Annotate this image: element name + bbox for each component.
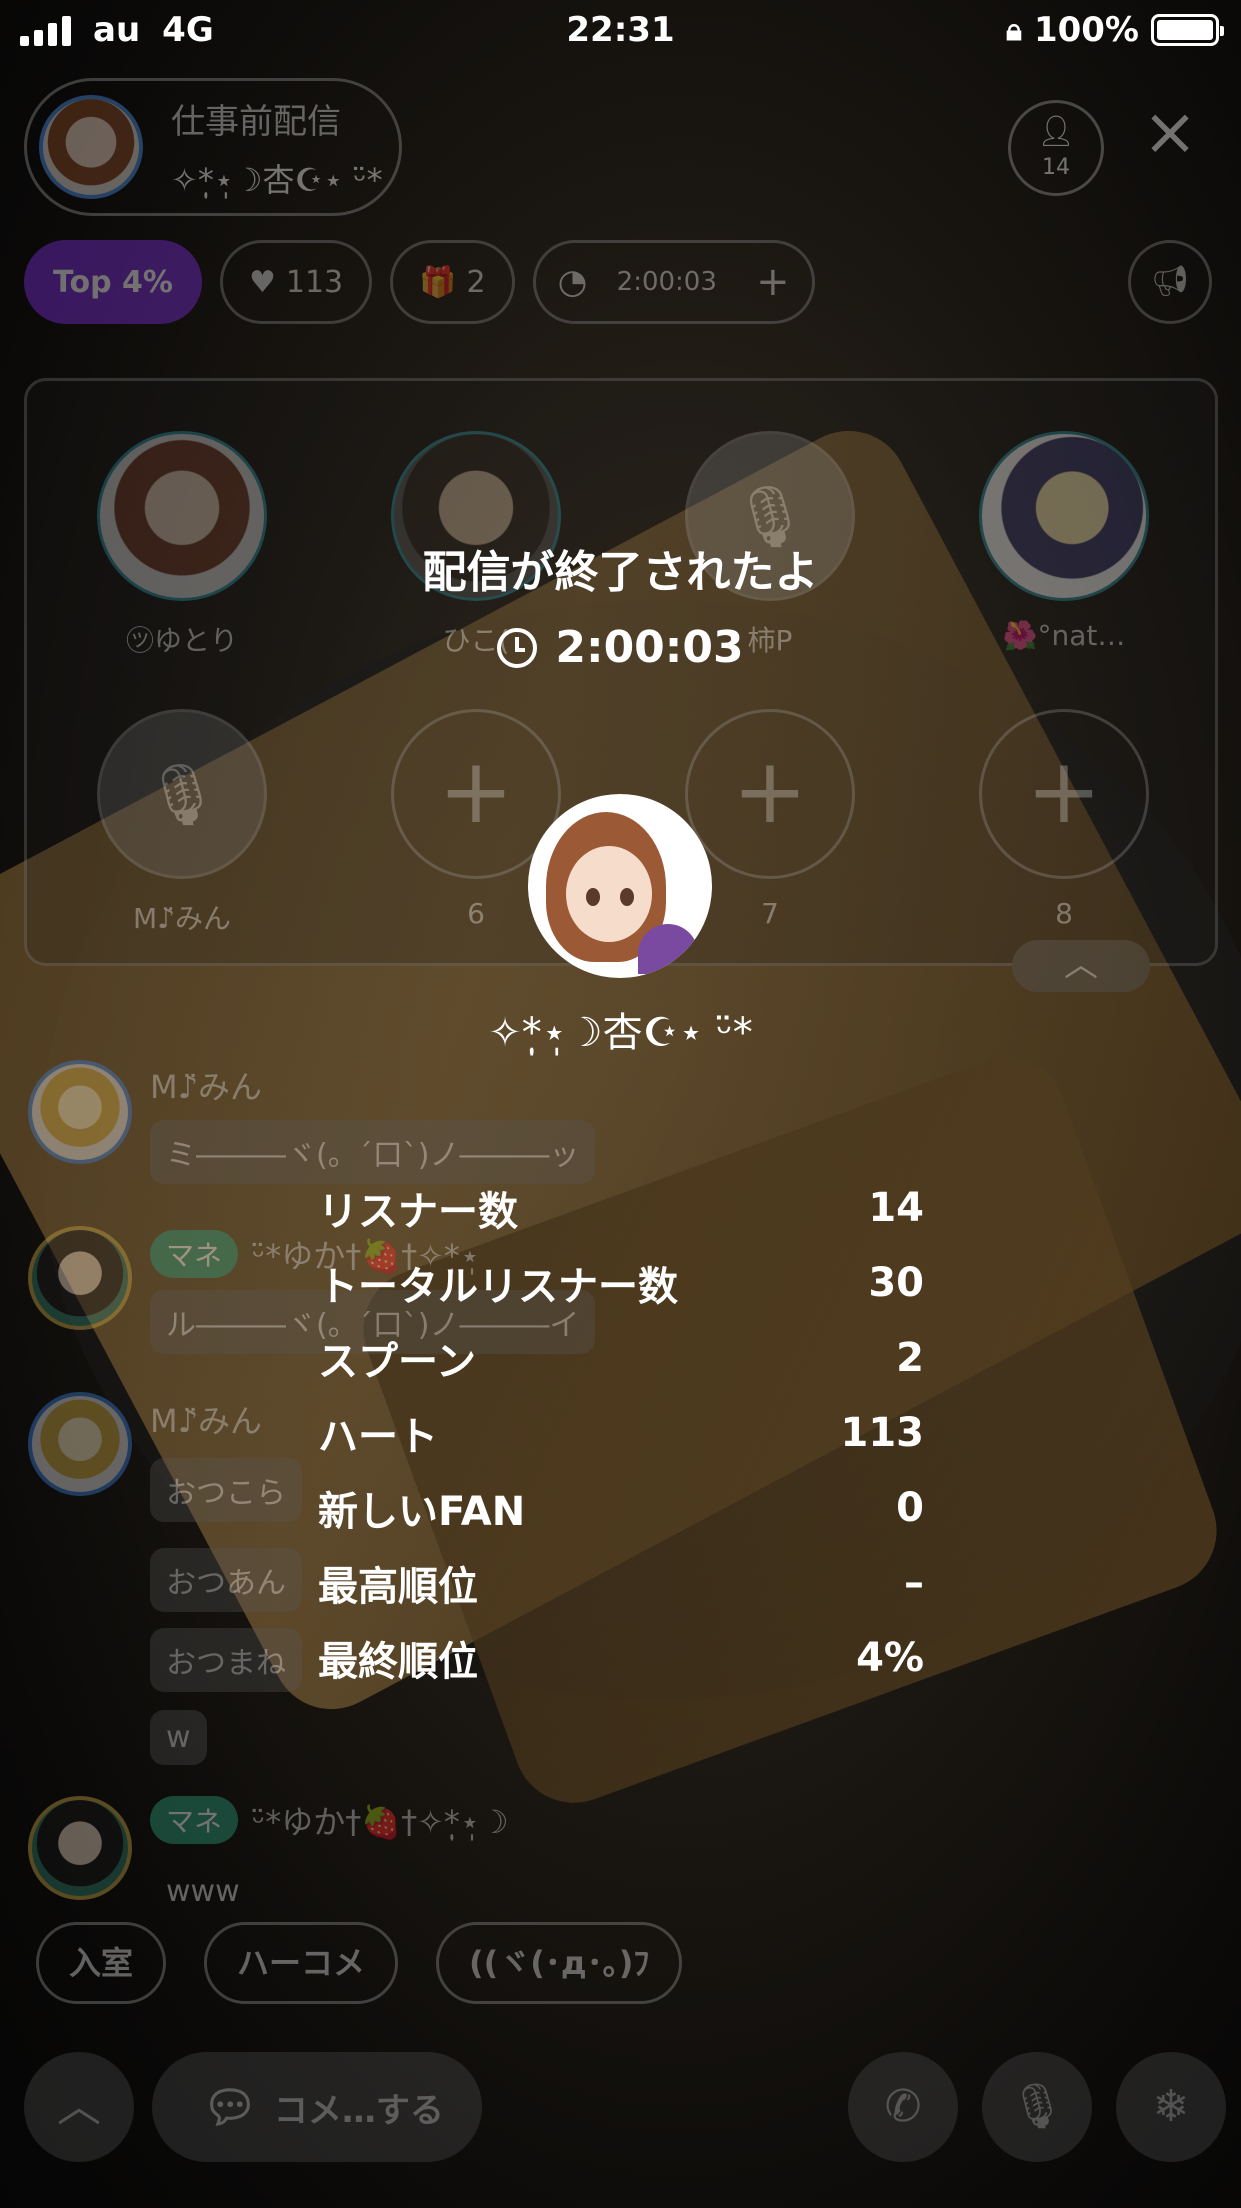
- stat-value: –: [904, 1559, 924, 1606]
- broadcast-ended-title: 配信が終了されたよ: [422, 547, 819, 598]
- stat-value: 4%: [856, 1634, 924, 1681]
- stat-value: 113: [840, 1409, 925, 1456]
- stat-row: 最高順位 –: [318, 1545, 924, 1620]
- broadcast-duration: 2:00:03: [0, 622, 1241, 673]
- broadcast-stats: リスナー数 14 トータルリスナー数 30 スプーン 2 ハート 113 新しい…: [318, 1170, 924, 1695]
- host-name-large: ✧*̣̩⋆̩☽杏☪︎⋆ ᵕ̈*: [488, 1010, 753, 1056]
- stat-label: スプーン: [318, 1338, 476, 1385]
- stat-row: リスナー数 14: [318, 1170, 924, 1245]
- stat-label: 最終順位: [318, 1638, 478, 1685]
- stat-value: 30: [868, 1259, 924, 1306]
- stat-value: 2: [896, 1334, 924, 1381]
- clock-icon: [497, 627, 538, 668]
- stat-row: ハート 113: [318, 1395, 924, 1470]
- stat-row: スプーン 2: [318, 1320, 924, 1395]
- stat-label: 最高順位: [318, 1563, 478, 1610]
- stat-value: 0: [896, 1484, 924, 1531]
- stat-row: トータルリスナー数 30: [318, 1245, 924, 1320]
- broadcast-ended-overlay: 配信が終了されたよ 2:00:03 ✧*̣̩⋆̩☽杏☪︎⋆ ᵕ̈* リスナー数 …: [0, 0, 1241, 2208]
- stat-row: 最終順位 4%: [318, 1620, 924, 1695]
- stat-label: リスナー数: [318, 1188, 518, 1235]
- stat-value: 14: [868, 1184, 924, 1231]
- stat-label: ハート: [318, 1413, 438, 1460]
- host-avatar-large: [528, 794, 712, 978]
- stat-label: トータルリスナー数: [318, 1263, 678, 1310]
- stat-row: 新しいFAN 0: [318, 1470, 924, 1545]
- duration-value: 2:00:03: [555, 622, 744, 673]
- stat-label: 新しいFAN: [318, 1488, 526, 1535]
